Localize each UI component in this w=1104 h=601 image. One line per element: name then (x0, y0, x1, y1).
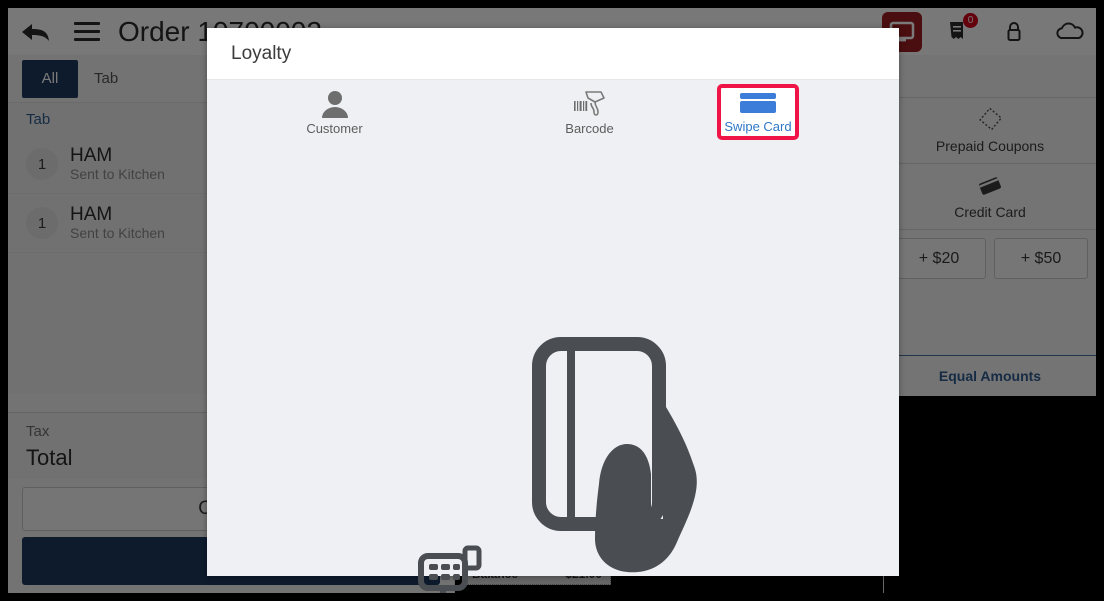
item-status: Sent to Kitchen (70, 225, 165, 241)
item-quantity: 1 (26, 207, 58, 239)
equal-amounts-button[interactable]: Equal Amounts (884, 355, 1096, 397)
tab-customer[interactable]: Customer (207, 84, 462, 140)
coupon-icon (979, 107, 1003, 130)
screen-root: Order 10700002 0 (0, 0, 1104, 601)
loyalty-illustration-stage (207, 144, 899, 601)
person-icon (321, 90, 348, 118)
back-arrow-icon (22, 23, 49, 41)
swipe-card-icon (740, 92, 776, 113)
card-reader-illustration (418, 545, 482, 601)
loyalty-dialog-title: Loyalty (231, 42, 292, 64)
loyalty-dialog-header: Loyalty (207, 28, 899, 80)
prepaid-coupons-label: Prepaid Coupons (935, 137, 1045, 154)
item-details: HAM Sent to Kitchen (70, 204, 165, 242)
item-status: Sent to Kitchen (70, 166, 165, 182)
prepaid-coupons-button[interactable]: Prepaid Coupons (884, 98, 1096, 164)
rail-spacer (884, 55, 1096, 98)
loyalty-dialog: Loyalty Customer Barcode Swipe Card (207, 28, 899, 601)
add-50-button[interactable]: + $50 (994, 238, 1088, 279)
hamburger-menu-icon (74, 38, 100, 41)
item-quantity: 1 (26, 148, 58, 180)
tab-swipe-card[interactable]: Swipe Card (717, 84, 799, 140)
credit-card-button[interactable]: Credit Card (884, 164, 1096, 230)
item-name: HAM (70, 204, 113, 225)
credit-card-icon (979, 176, 1001, 195)
menu-button[interactable] (64, 22, 110, 41)
tab-all[interactable]: All (22, 59, 78, 98)
cloud-icon (1056, 22, 1084, 39)
item-details: HAM Sent to Kitchen (70, 145, 165, 183)
payment-rail: Prepaid Coupons Credit Card + $20 + $50 … (883, 55, 1096, 593)
tab-barcode-label: Barcode (565, 120, 614, 136)
tab-customer-label: Customer (306, 120, 363, 136)
receipt-button[interactable]: 0 (938, 12, 978, 52)
hamburger-menu-icon (74, 30, 100, 33)
lock-button[interactable] (994, 12, 1034, 52)
topbar-right-icons: 0 (882, 8, 1090, 55)
hand-holding-card-illustration (532, 337, 697, 573)
rail-empty-area (884, 396, 1096, 593)
cloud-button[interactable] (1050, 12, 1090, 52)
tab-tab[interactable]: Tab (78, 60, 134, 98)
back-button[interactable] (8, 20, 64, 44)
quick-amount-row: + $20 + $50 (884, 230, 1096, 287)
loyalty-method-tabs: Customer Barcode Swipe Card (207, 80, 899, 144)
item-name: HAM (70, 145, 113, 166)
tab-swipe-card-label: Swipe Card (724, 118, 792, 134)
add-20-button[interactable]: + $20 (892, 238, 986, 279)
barcode-scanner-icon (573, 90, 605, 116)
credit-card-label: Credit Card (954, 203, 1026, 220)
hamburger-menu-icon (74, 22, 100, 25)
lock-icon (1007, 21, 1021, 41)
tab-barcode[interactable]: Barcode (462, 84, 717, 140)
receipt-count-badge: 0 (963, 12, 978, 28)
